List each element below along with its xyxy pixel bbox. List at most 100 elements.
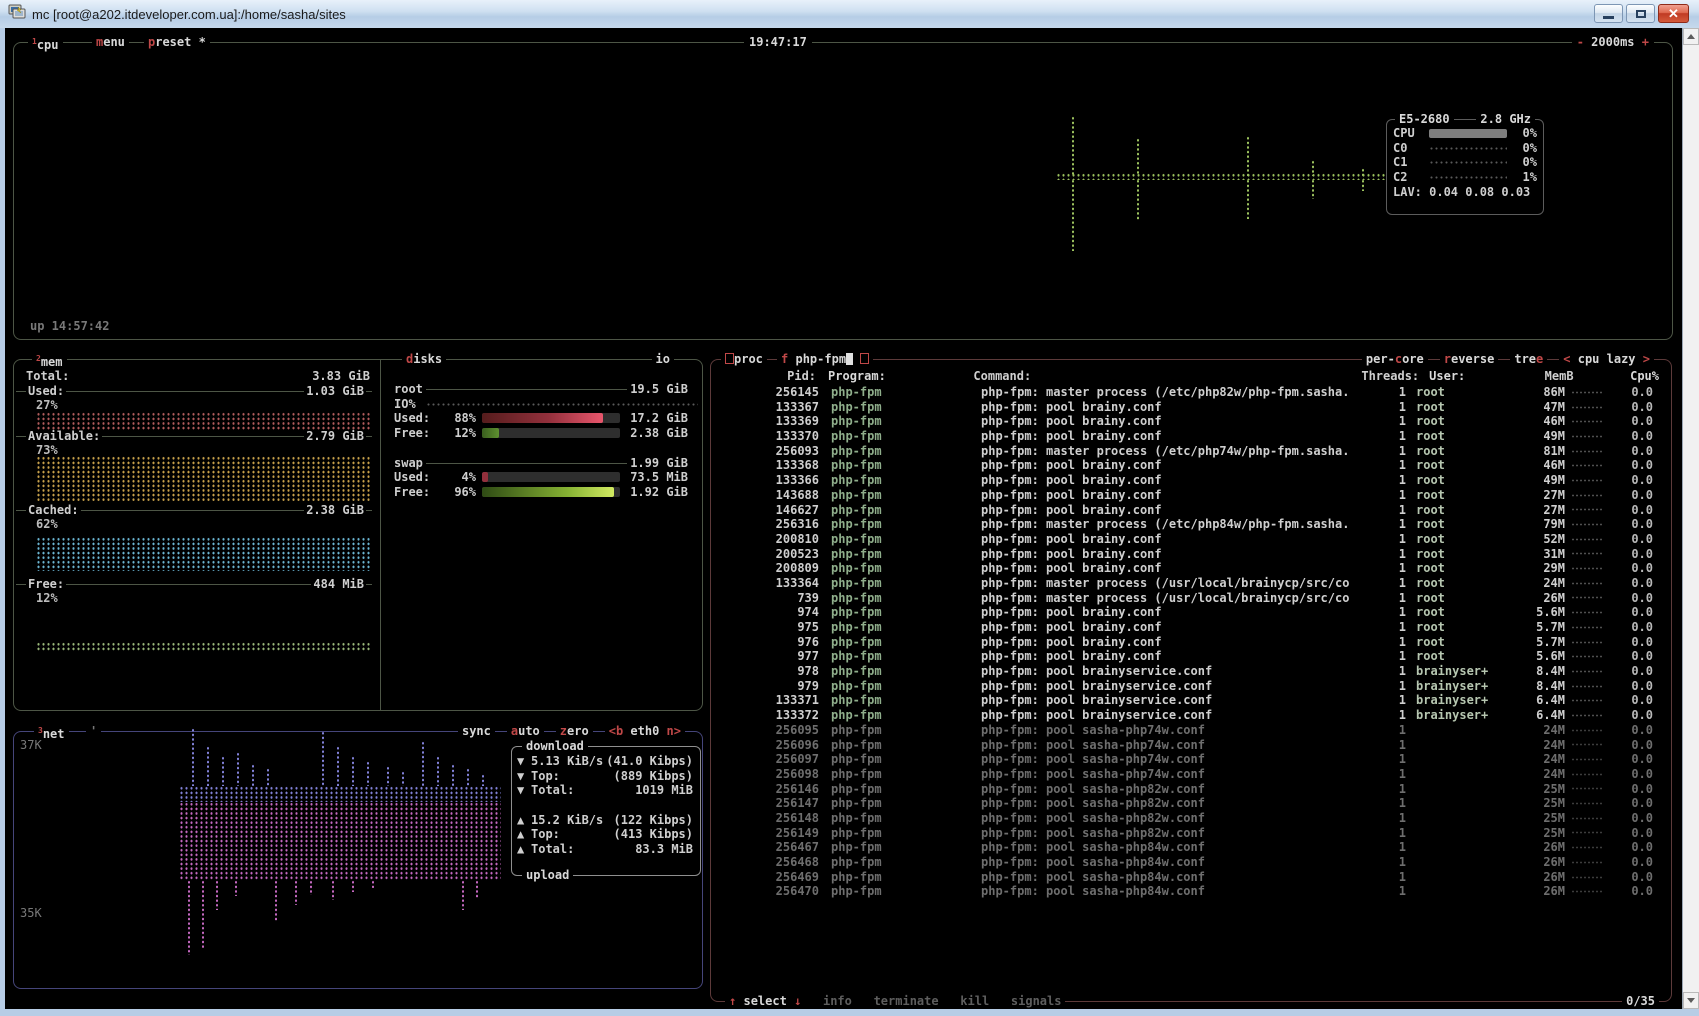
proc-filter-input[interactable]: f php-fpm bbox=[777, 352, 873, 367]
table-row[interactable]: 133371 php-fpm php-fpm: pool brainyservi… bbox=[711, 693, 1671, 708]
proc-mem-graph bbox=[1571, 478, 1603, 483]
terminal-scrollbar[interactable] bbox=[1682, 28, 1699, 1009]
proc-pid: 977 bbox=[723, 649, 819, 664]
table-row[interactable]: 133367 php-fpm php-fpm: pool brainy.conf… bbox=[711, 400, 1671, 415]
net-sync-button[interactable]: sync bbox=[458, 724, 495, 738]
table-row[interactable]: 977 php-fpm php-fpm: pool brainy.conf 1 … bbox=[711, 649, 1671, 664]
mem-panel-title[interactable]: 2mem bbox=[32, 352, 67, 370]
proc-threads: 1 bbox=[1381, 723, 1406, 738]
proc-mem-graph bbox=[1571, 610, 1603, 615]
proc-command: php-fpm: master process (/etc/php82w/php… bbox=[981, 385, 1381, 400]
disks-panel-title[interactable]: disks bbox=[402, 352, 446, 367]
preset-button[interactable]: preset * bbox=[144, 35, 210, 50]
table-row[interactable]: 975 php-fpm php-fpm: pool brainy.conf 1 … bbox=[711, 620, 1671, 635]
proc-pid: 133371 bbox=[723, 693, 819, 708]
signals-button[interactable]: signals bbox=[1011, 994, 1062, 1008]
table-row[interactable]: 256146 php-fpm php-fpm: pool sasha-php82… bbox=[711, 782, 1671, 797]
net-auto-button[interactable]: auto bbox=[507, 724, 544, 738]
proc-pid: 256149 bbox=[723, 826, 819, 841]
proc-mem: 8.4M bbox=[1511, 664, 1565, 679]
tree-button[interactable]: tree bbox=[1510, 352, 1547, 366]
table-row[interactable]: 978 php-fpm php-fpm: pool brainyservice.… bbox=[711, 664, 1671, 679]
table-row[interactable]: 256097 php-fpm php-fpm: pool sasha-php74… bbox=[711, 752, 1671, 767]
proc-command: php-fpm: pool sasha-php82w.conf bbox=[981, 782, 1381, 797]
table-row[interactable]: 256096 php-fpm php-fpm: pool sasha-php74… bbox=[711, 738, 1671, 753]
table-row[interactable]: 979 php-fpm php-fpm: pool brainyservice.… bbox=[711, 679, 1671, 694]
net-interface-selector[interactable]: <b eth0 n> bbox=[605, 724, 685, 738]
mem-used-graph bbox=[36, 412, 372, 430]
proc-mem: 26M bbox=[1511, 884, 1565, 899]
sort-column-selector[interactable]: < cpu lazy > bbox=[1559, 352, 1654, 366]
scroll-up-button[interactable] bbox=[1683, 28, 1699, 45]
proc-user: root bbox=[1406, 503, 1511, 518]
table-row[interactable]: 133368 php-fpm php-fpm: pool brainy.conf… bbox=[711, 458, 1671, 473]
table-row[interactable]: 256098 php-fpm php-fpm: pool sasha-php74… bbox=[711, 767, 1671, 782]
proc-program: php-fpm bbox=[819, 826, 981, 841]
proc-command: php-fpm: master process (/etc/php74w/php… bbox=[981, 444, 1381, 459]
table-row[interactable]: 739 php-fpm php-fpm: master process (/us… bbox=[711, 591, 1671, 606]
table-row[interactable]: 200523 php-fpm php-fpm: pool brainy.conf… bbox=[711, 547, 1671, 562]
disk-swap-row: swap1.99 GiB bbox=[394, 456, 688, 471]
scroll-down-button[interactable] bbox=[1683, 992, 1699, 1009]
table-row[interactable]: 200809 php-fpm php-fpm: pool brainy.conf… bbox=[711, 561, 1671, 576]
menu-button[interactable]: menu bbox=[92, 35, 129, 50]
net-zero-button[interactable]: zero bbox=[556, 724, 593, 738]
per-core-button[interactable]: per-core bbox=[1362, 352, 1428, 366]
table-row[interactable]: 143688 php-fpm php-fpm: pool brainy.conf… bbox=[711, 488, 1671, 503]
table-row[interactable]: 256467 php-fpm php-fpm: pool sasha-php84… bbox=[711, 840, 1671, 855]
reverse-button[interactable]: reverse bbox=[1440, 352, 1499, 366]
table-row[interactable]: 146627 php-fpm php-fpm: pool brainy.conf… bbox=[711, 503, 1671, 518]
proc-program: php-fpm bbox=[819, 561, 981, 576]
proc-pid: 146627 bbox=[723, 503, 819, 518]
table-row[interactable]: 256095 php-fpm php-fpm: pool sasha-php74… bbox=[711, 723, 1671, 738]
window-titlebar[interactable]: mc [root@a202.itdeveloper.com.ua]:/home/… bbox=[0, 0, 1699, 28]
maximize-button[interactable] bbox=[1626, 4, 1655, 23]
info-button[interactable]: info bbox=[823, 994, 852, 1008]
table-row[interactable]: 974 php-fpm php-fpm: pool brainy.conf 1 … bbox=[711, 605, 1671, 620]
proc-pid: 133367 bbox=[723, 400, 819, 415]
table-row[interactable]: 976 php-fpm php-fpm: pool brainy.conf 1 … bbox=[711, 635, 1671, 650]
table-row[interactable]: 256468 php-fpm php-fpm: pool sasha-php84… bbox=[711, 855, 1671, 870]
close-button[interactable]: ✕ bbox=[1658, 4, 1689, 23]
proc-command: php-fpm: pool brainyservice.conf bbox=[981, 693, 1381, 708]
net-graph-button[interactable]: ' bbox=[86, 724, 101, 739]
proc-cpu: 0.0 bbox=[1609, 561, 1653, 576]
table-row[interactable]: 133366 php-fpm php-fpm: pool brainy.conf… bbox=[711, 473, 1671, 488]
upload-speed-row: ▲ 15.2 KiB/s(122 Kibps) bbox=[517, 813, 693, 828]
filter-clear-icon[interactable] bbox=[860, 353, 869, 364]
proc-mem-graph bbox=[1571, 390, 1603, 395]
table-row[interactable]: 200810 php-fpm php-fpm: pool brainy.conf… bbox=[711, 532, 1671, 547]
table-row[interactable]: 133364 php-fpm php-fpm: master process (… bbox=[711, 576, 1671, 591]
table-row[interactable]: 256093 php-fpm php-fpm: master process (… bbox=[711, 444, 1671, 459]
table-row[interactable]: 256149 php-fpm php-fpm: pool sasha-php82… bbox=[711, 826, 1671, 841]
proc-table-header[interactable]: Pid: Program: Command: Threads: User: Me… bbox=[711, 369, 1671, 384]
kill-button[interactable]: kill bbox=[960, 994, 989, 1008]
proc-command: php-fpm: pool brainy.conf bbox=[981, 458, 1381, 473]
table-row[interactable]: 256145 php-fpm php-fpm: master process (… bbox=[711, 385, 1671, 400]
table-row[interactable]: 256316 php-fpm php-fpm: master process (… bbox=[711, 517, 1671, 532]
table-row[interactable]: 256469 php-fpm php-fpm: pool sasha-php84… bbox=[711, 870, 1671, 885]
proc-command: php-fpm: pool sasha-php84w.conf bbox=[981, 840, 1381, 855]
select-down-icon[interactable]: ↓ bbox=[794, 994, 801, 1008]
proc-table-body: 256145 php-fpm php-fpm: master process (… bbox=[711, 385, 1671, 899]
minimize-button[interactable] bbox=[1594, 4, 1623, 23]
table-row[interactable]: 256148 php-fpm php-fpm: pool sasha-php82… bbox=[711, 811, 1671, 826]
table-row[interactable]: 133370 php-fpm php-fpm: pool brainy.conf… bbox=[711, 429, 1671, 444]
interval-minus-button[interactable]: - bbox=[1577, 35, 1584, 49]
proc-threads: 1 bbox=[1381, 444, 1406, 459]
proc-command: php-fpm: master process (/usr/local/brai… bbox=[981, 576, 1381, 591]
table-row[interactable]: 133372 php-fpm php-fpm: pool brainyservi… bbox=[711, 708, 1671, 723]
proc-command: php-fpm: pool brainy.conf bbox=[981, 635, 1381, 650]
select-up-icon[interactable]: ↑ bbox=[729, 994, 736, 1008]
cpu-panel-title[interactable]: 1cpu bbox=[28, 35, 63, 53]
disks-io-toggle[interactable]: io bbox=[652, 352, 674, 367]
interval-plus-button[interactable]: + bbox=[1642, 35, 1649, 49]
terminate-button[interactable]: terminate bbox=[874, 994, 939, 1008]
disk-root-row: root19.5 GiB bbox=[394, 382, 688, 397]
table-row[interactable]: 133369 php-fpm php-fpm: pool brainy.conf… bbox=[711, 414, 1671, 429]
proc-pid: 256095 bbox=[723, 723, 819, 738]
table-row[interactable]: 256470 php-fpm php-fpm: pool sasha-php84… bbox=[711, 884, 1671, 899]
table-row[interactable]: 256147 php-fpm php-fpm: pool sasha-php82… bbox=[711, 796, 1671, 811]
proc-mem: 46M bbox=[1511, 414, 1565, 429]
update-interval-control[interactable]: - 2000ms + bbox=[1572, 35, 1654, 50]
